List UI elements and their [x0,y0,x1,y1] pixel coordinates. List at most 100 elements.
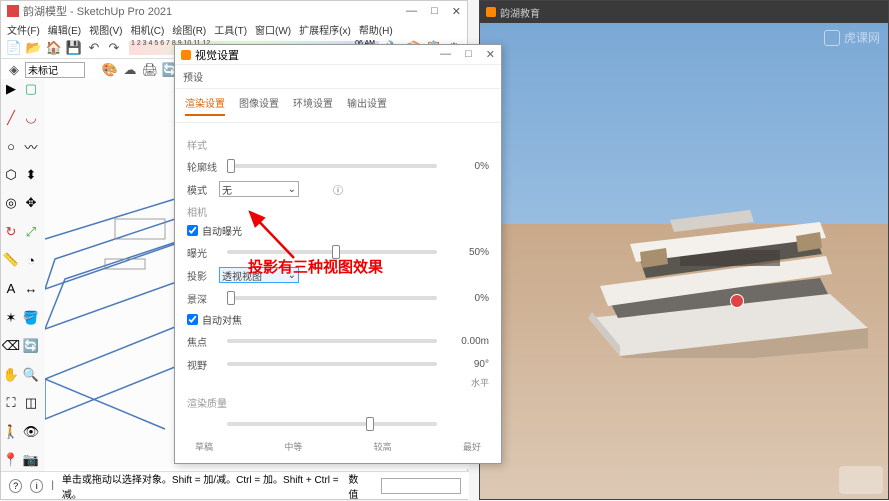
status-icon-1[interactable]: ? [9,479,22,493]
scale-tool[interactable]: ⤢ [21,222,41,242]
text-tool[interactable]: A [1,279,21,299]
position-tool[interactable]: 📍 [1,450,21,470]
depth-value: 0% [445,293,489,304]
tab-image[interactable]: 图像设置 [239,95,279,116]
row-auto-exposure: 自动曝光 [187,223,489,238]
app-icon [7,5,19,17]
open-icon[interactable]: 📂 [25,39,43,57]
menu-help[interactable]: 帮助(H) [359,22,393,37]
focus-label: 焦点 [187,334,219,349]
arc-tool[interactable]: ◡ [21,108,41,128]
cloud-icon[interactable]: ☁ [121,61,139,79]
select-tool[interactable]: ▶ [1,79,21,99]
section-tool[interactable]: ◫ [21,393,41,413]
visual-settings-dialog: 视觉设置 — □ ✕ 预设 渲染设置 图像设置 环境设置 输出设置 样式 轮廓线… [174,44,502,464]
menu-file[interactable]: 文件(F) [7,22,40,37]
tab-env[interactable]: 环境设置 [293,95,333,116]
offset-tool[interactable]: ◎ [1,193,21,213]
save-icon[interactable]: 💾 [65,39,83,57]
zoom-tool[interactable]: 🔍 [21,365,41,385]
tape-tool[interactable]: 📏 [1,250,21,270]
home-icon[interactable]: 🏠 [45,39,63,57]
dialog-tabs: 渲染设置 图像设置 环境设置 输出设置 [175,89,501,123]
layer-icon[interactable]: ◈ [5,61,23,79]
outline-slider[interactable] [227,164,437,168]
render-viewport[interactable]: 虎课网 [480,23,889,500]
walk-tool[interactable]: 🚶 [1,422,21,442]
dialog-minimize-button[interactable]: — [440,48,451,61]
push-tool[interactable]: ⬍ [21,165,41,185]
toolbox: ▶ ▢ ╱ ◡ ○ 〰 ⬡ ⬍ ◎ ✥ ↻ ⤢ 📏 ◔ A ↔ ✶ 🪣 ⌫ 🔄 … [1,79,45,479]
bucket-tool[interactable]: 🪣 [21,308,41,328]
row-focus: 焦点 0.00m [187,332,489,350]
new-icon[interactable]: 📄 [5,39,23,57]
focus-value: 0.00m [445,336,489,347]
auto-focus-checkbox[interactable] [187,314,198,325]
tab-output[interactable]: 输出设置 [347,95,387,116]
undo-icon[interactable]: ↶ [85,39,103,57]
protractor-tool[interactable]: ◔ [21,250,41,270]
paint-icon[interactable]: 🎨 [101,61,119,79]
depth-slider[interactable] [227,296,437,300]
menu-window[interactable]: 窗口(W) [255,22,291,37]
status-icon-2[interactable]: i [30,479,43,493]
mode-info-icon[interactable]: ⓘ [299,182,343,197]
layer-name-input[interactable] [25,62,85,78]
circle-tool[interactable]: ○ [1,136,21,156]
axes-tool[interactable]: ✶ [1,308,21,328]
tab-render[interactable]: 渲染设置 [185,95,225,116]
row-auto-focus: 自动对焦 [187,312,489,327]
quality-labels: 草稿 中等 较高 最好 [187,438,489,455]
pan-tool[interactable]: ✋ [1,365,21,385]
exposure-value: 50% [445,247,489,258]
minimize-button[interactable]: — [406,5,417,18]
dim-tool[interactable]: ↔ [21,279,41,299]
depth-label: 景深 [187,291,219,306]
menubar: 文件(F) 编辑(E) 视图(V) 相机(C) 绘图(R) 工具(T) 窗口(W… [1,21,467,37]
zoomext-tool[interactable]: ⛶ [1,393,21,413]
redo-icon[interactable]: ↷ [105,39,123,57]
menu-camera[interactable]: 相机(C) [130,22,164,37]
quality-slider[interactable] [227,422,437,426]
dialog-title: 视觉设置 [195,47,239,63]
rect-tool[interactable]: ▢ [21,79,41,99]
exposure-label: 曝光 [187,245,219,260]
outline-label: 轮廓线 [187,159,219,174]
menu-view[interactable]: 视图(V) [89,22,122,37]
mode-select[interactable]: 无⌄ [219,181,299,197]
render-cursor-icon [730,294,744,308]
maximize-button[interactable]: □ [431,5,438,18]
freehand-tool[interactable]: 〰 [21,136,41,156]
focus-slider[interactable] [227,339,437,343]
menu-edit[interactable]: 编辑(E) [48,22,81,37]
orbit-tool[interactable]: 🔄 [21,336,41,356]
auto-exposure-checkbox[interactable] [187,225,198,236]
rotate-tool[interactable]: ↻ [1,222,21,242]
eraser-tool[interactable]: ⌫ [1,336,21,356]
sketchup-titlebar: 韵湖模型 - SketchUp Pro 2021 — □ ✕ [1,1,467,21]
close-button[interactable]: ✕ [452,5,461,18]
preset-label[interactable]: 预设 [175,65,501,89]
move-tool[interactable]: ✥ [21,193,41,213]
window-title: 韵湖模型 - SketchUp Pro 2021 [23,3,172,19]
projection-label: 投影 [187,268,219,283]
look-tool[interactable]: 👁 [21,422,41,442]
dialog-maximize-button[interactable]: □ [465,48,472,61]
render-titlebar: 韵湖教育 [480,1,888,23]
watermark-icon [824,30,840,46]
value-input[interactable] [381,478,461,494]
dialog-titlebar[interactable]: 视觉设置 — □ ✕ [175,45,501,65]
print-icon[interactable]: 🖨 [141,61,159,79]
line-tool[interactable]: ╱ [1,108,21,128]
fov-value: 90° [445,359,489,370]
menu-tools[interactable]: 工具(T) [214,22,247,37]
section-style: 样式 [187,137,489,152]
exposure-slider[interactable] [227,250,437,254]
camera-tool[interactable]: 📷 [21,450,41,470]
polygon-tool[interactable]: ⬡ [1,165,21,185]
fov-slider[interactable] [227,362,437,366]
statusbar: ? i | 单击或拖动以选择对象。Shift = 加/减。Ctrl = 加。Sh… [1,471,469,499]
menu-draw[interactable]: 绘图(R) [172,22,206,37]
dialog-close-button[interactable]: ✕ [486,48,495,61]
menu-ext[interactable]: 扩展程序(x) [299,22,351,37]
